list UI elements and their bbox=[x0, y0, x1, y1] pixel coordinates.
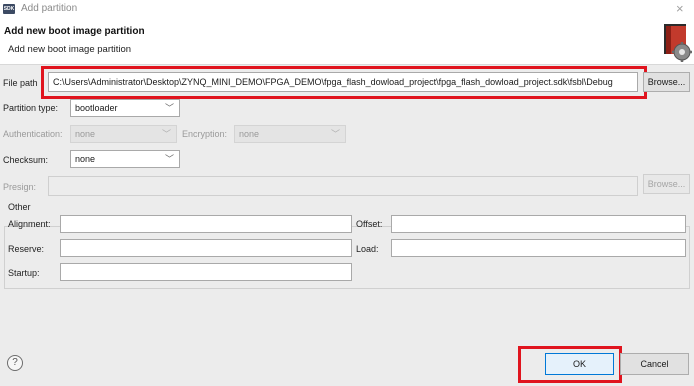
chevron-down-icon: ﹀ bbox=[161, 129, 171, 139]
file-path-browse-button[interactable]: Browse... bbox=[643, 72, 690, 92]
dialog-header bbox=[0, 18, 694, 62]
cancel-button[interactable]: Cancel bbox=[620, 353, 689, 375]
chevron-down-icon: ﹀ bbox=[164, 154, 174, 164]
authentication-select[interactable]: none ﹀ bbox=[70, 125, 177, 143]
partition-type-value: bootloader bbox=[75, 103, 118, 113]
sdk-app-icon: SDK bbox=[3, 4, 15, 14]
presign-browse-button[interactable]: Browse... bbox=[643, 174, 690, 194]
reserve-label: Reserve: bbox=[8, 244, 45, 254]
offset-input[interactable] bbox=[391, 215, 686, 233]
other-group-label: Other bbox=[8, 202, 31, 212]
header-subtitle: Add new boot image partition bbox=[8, 44, 132, 55]
encryption-select[interactable]: none ﹀ bbox=[234, 125, 346, 143]
boot-image-gear-icon bbox=[664, 24, 692, 62]
alignment-input[interactable] bbox=[60, 215, 352, 233]
header-title: Add new boot image partition bbox=[4, 26, 145, 37]
chevron-down-icon: ﹀ bbox=[164, 103, 174, 113]
checksum-select[interactable]: none ﹀ bbox=[70, 150, 180, 168]
encryption-value: none bbox=[239, 129, 260, 139]
highlight-ok bbox=[518, 346, 622, 383]
authentication-value: none bbox=[75, 129, 96, 139]
reserve-input[interactable] bbox=[60, 239, 352, 257]
chevron-down-icon: ﹀ bbox=[330, 129, 340, 139]
startup-input[interactable] bbox=[60, 263, 352, 281]
title-bar bbox=[0, 0, 694, 18]
partition-type-select[interactable]: bootloader ﹀ bbox=[70, 99, 180, 117]
load-label: Load: bbox=[356, 244, 379, 254]
authentication-label: Authentication: bbox=[3, 129, 63, 139]
checksum-value: none bbox=[75, 154, 96, 164]
help-icon[interactable]: ? bbox=[7, 355, 23, 371]
load-input[interactable] bbox=[391, 239, 686, 257]
encryption-label: Encryption: bbox=[182, 129, 228, 139]
checksum-label: Checksum: bbox=[3, 155, 49, 165]
startup-label: Startup: bbox=[8, 268, 40, 278]
close-icon[interactable]: × bbox=[676, 1, 684, 16]
partition-type-label: Partition type: bbox=[3, 103, 59, 113]
file-path-label: File path bbox=[3, 78, 38, 88]
window-title: Add partition bbox=[21, 3, 78, 14]
offset-label: Offset: bbox=[356, 219, 383, 229]
highlight-file-path bbox=[41, 66, 647, 99]
alignment-label: Alignment: bbox=[8, 219, 51, 229]
presign-input[interactable] bbox=[48, 176, 638, 196]
presign-label: Presign: bbox=[3, 182, 37, 192]
